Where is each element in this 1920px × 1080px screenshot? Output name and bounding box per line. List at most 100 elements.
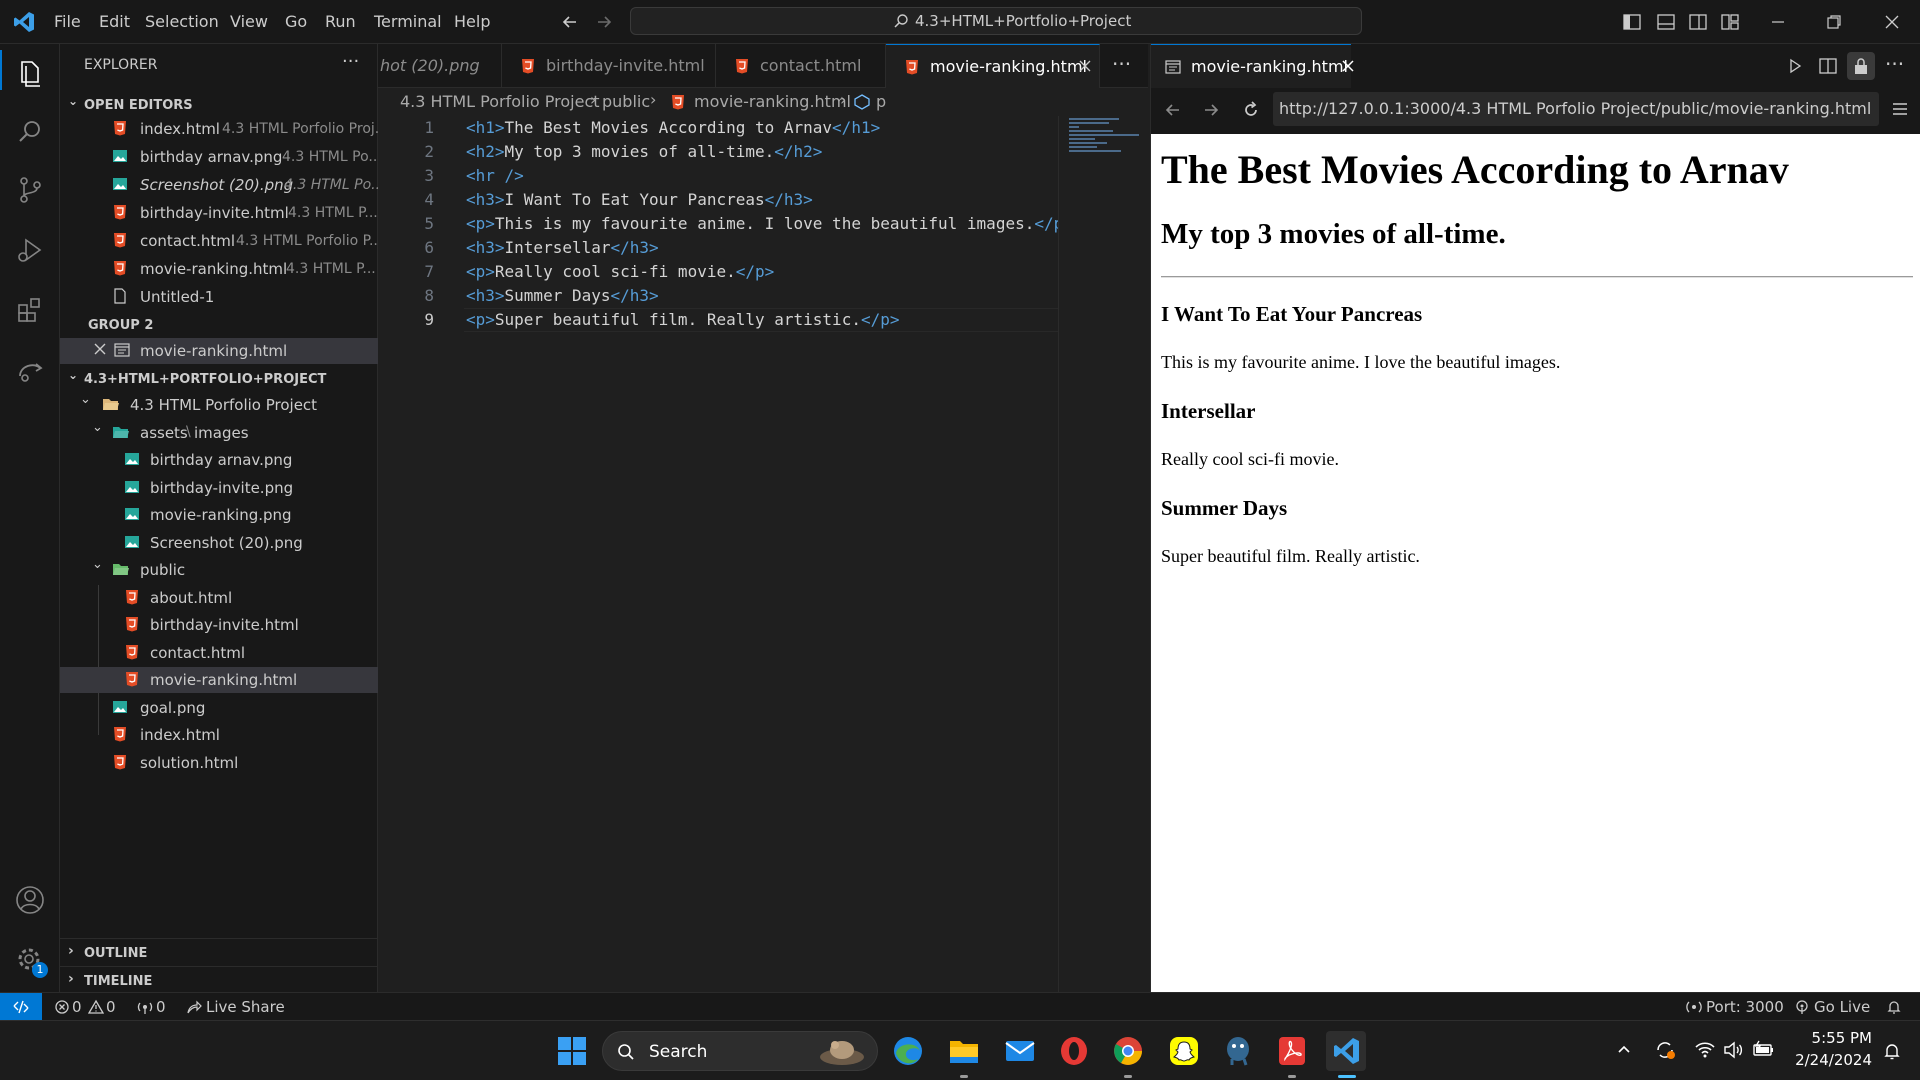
tab-contact[interactable]: contact.html — [716, 44, 886, 88]
live-share-button[interactable]: Live Share — [206, 998, 285, 1016]
browser-url-field[interactable]: http://127.0.0.1:3000/4.3 HTML Porfolio … — [1273, 92, 1879, 126]
open-editor-item[interactable]: Untitled-1 — [60, 284, 378, 310]
menu-go[interactable]: Go — [285, 12, 307, 31]
command-center-search[interactable]: 4.3+HTML+Portfolio+Project — [630, 7, 1362, 35]
explorer-more-actions-icon[interactable]: ··· — [342, 51, 359, 72]
sync-icon[interactable] — [1654, 1039, 1676, 1061]
windows-start-icon[interactable] — [552, 1031, 592, 1071]
menu-selection[interactable]: Selection — [145, 12, 219, 31]
split-editor-icon[interactable] — [1819, 57, 1837, 75]
browser-menu-icon[interactable] — [1891, 100, 1909, 118]
tree-file[interactable]: solution.html — [60, 750, 378, 776]
tree-file[interactable]: Screenshot (20).png — [60, 530, 378, 556]
edge-browser-icon[interactable] — [888, 1031, 928, 1071]
chevron-up-icon[interactable] — [1616, 1041, 1632, 1057]
mail-icon[interactable] — [1000, 1031, 1040, 1071]
outline-section[interactable]: › OUTLINE — [60, 940, 378, 966]
remote-explorer-icon[interactable] — [10, 350, 50, 390]
restore-window-icon[interactable] — [1824, 12, 1844, 32]
search-icon[interactable] — [10, 112, 50, 152]
go-live-button[interactable]: Go Live — [1814, 998, 1870, 1016]
browser-forward-icon[interactable] — [1201, 100, 1221, 120]
tree-file[interactable]: birthday-invite.html — [60, 612, 378, 638]
volume-icon[interactable] — [1722, 1039, 1744, 1061]
remote-indicator[interactable] — [0, 993, 42, 1021]
open-editor-item[interactable]: birthday arnav.png 4.3 HTML Po... — [60, 144, 378, 170]
menu-terminal[interactable]: Terminal — [374, 12, 442, 31]
preview-more-actions-icon[interactable]: ··· — [1885, 52, 1904, 76]
tree-folder-root[interactable]: ⌄ 4.3 HTML Porfolio Project — [60, 392, 378, 418]
close-tab-icon[interactable] — [1341, 59, 1355, 73]
extensions-icon[interactable] — [10, 290, 50, 330]
tree-file[interactable]: goal.png — [60, 695, 378, 721]
breadcrumb-project[interactable]: 4.3 HTML Porfolio Project — [400, 92, 600, 111]
tree-file[interactable]: movie-ranking.png — [60, 502, 378, 528]
error-count[interactable]: 0 — [72, 998, 82, 1016]
project-section[interactable]: ⌄ 4.3+HTML+PORTFOLIO+PROJECT — [60, 366, 378, 392]
tab-birthday-invite[interactable]: birthday-invite.html — [502, 44, 716, 88]
menu-file[interactable]: File — [54, 12, 81, 31]
tree-file[interactable]: birthday arnav.png — [60, 447, 378, 473]
snapchat-icon[interactable] — [1164, 1031, 1204, 1071]
ports-count[interactable]: 0 — [156, 998, 166, 1016]
forward-arrow-icon[interactable] — [594, 12, 614, 32]
port-indicator[interactable]: Port: 3000 — [1706, 998, 1784, 1016]
tree-folder-assets[interactable]: ⌄ assets \ images — [60, 420, 378, 446]
group-2-item[interactable]: movie-ranking.html — [60, 338, 378, 364]
postgresql-icon[interactable] — [1218, 1031, 1258, 1071]
accounts-icon[interactable] — [10, 880, 50, 920]
close-editor-icon[interactable] — [92, 341, 108, 357]
open-editor-item[interactable]: Screenshot (20).png 4.3 HTML Po... — [60, 172, 378, 198]
tab-movie-ranking[interactable]: movie-ranking.html — [886, 44, 1100, 88]
menu-help[interactable]: Help — [454, 12, 490, 31]
tree-folder-public[interactable]: ⌄ public — [60, 557, 378, 583]
source-control-icon[interactable] — [10, 170, 50, 210]
open-editor-item[interactable]: index.html 4.3 HTML Porfolio Proj... — [60, 116, 378, 142]
file-explorer-icon[interactable] — [944, 1031, 984, 1071]
open-editor-item[interactable]: contact.html 4.3 HTML Porfolio P... — [60, 228, 378, 254]
code-editor[interactable]: 1 <h1>The Best Movies According to Arnav… — [378, 116, 1058, 992]
menu-view[interactable]: View — [230, 12, 268, 31]
breadcrumb-folder[interactable]: public — [602, 92, 650, 111]
toggle-secondary-sidebar-icon[interactable] — [1688, 12, 1708, 32]
minimap[interactable] — [1058, 116, 1148, 992]
open-editors-section[interactable]: ⌄ OPEN EDITORS — [60, 92, 378, 118]
taskbar-clock-date[interactable]: 2/24/2024 — [1788, 1051, 1872, 1069]
tree-file[interactable]: contact.html — [60, 640, 378, 666]
tree-file[interactable]: about.html — [60, 585, 378, 611]
menu-edit[interactable]: Edit — [99, 12, 130, 31]
tree-file-selected[interactable]: movie-ranking.html — [60, 667, 378, 693]
tree-file[interactable]: index.html — [60, 722, 378, 748]
battery-charging-icon[interactable] — [1752, 1039, 1776, 1061]
tab-screenshot[interactable]: hot (20).png — [378, 44, 502, 88]
vscode-taskbar-icon[interactable] — [1326, 1031, 1366, 1071]
acrobat-reader-icon[interactable] — [1272, 1031, 1312, 1071]
lock-editor-group-button[interactable] — [1847, 52, 1875, 80]
run-icon[interactable] — [1787, 58, 1803, 74]
explorer-files-icon[interactable] — [10, 54, 50, 94]
opera-browser-icon[interactable] — [1054, 1031, 1094, 1071]
toggle-panel-icon[interactable] — [1656, 12, 1676, 32]
notifications-bell-icon[interactable] — [1882, 1041, 1902, 1061]
menu-run[interactable]: Run — [325, 12, 356, 31]
taskbar-search-box[interactable]: Search — [602, 1031, 878, 1071]
breadcrumb-file[interactable]: movie-ranking.html — [694, 92, 851, 111]
close-window-icon[interactable] — [1882, 12, 1902, 32]
customize-layout-icon[interactable] — [1720, 12, 1740, 32]
run-and-debug-icon[interactable] — [10, 230, 50, 270]
manage-gear-icon[interactable]: 1 — [10, 940, 50, 980]
breadcrumb-symbol[interactable]: p — [876, 92, 886, 111]
browser-back-icon[interactable] — [1163, 100, 1183, 120]
back-arrow-icon[interactable] — [560, 12, 580, 32]
minimize-window-icon[interactable] — [1768, 12, 1788, 32]
browser-reload-icon[interactable] — [1241, 100, 1261, 120]
open-editor-item[interactable]: birthday-invite.html 4.3 HTML P... — [60, 200, 378, 226]
chrome-browser-icon[interactable] — [1108, 1031, 1148, 1071]
warning-count[interactable]: 0 — [106, 998, 116, 1016]
editor-more-actions-icon[interactable]: ··· — [1112, 52, 1131, 76]
toggle-primary-sidebar-icon[interactable] — [1622, 12, 1642, 32]
tab-preview[interactable]: movie-ranking.html — [1151, 44, 1354, 88]
close-tab-icon[interactable] — [1078, 59, 1092, 73]
tree-file[interactable]: birthday-invite.png — [60, 475, 378, 501]
taskbar-clock-time[interactable]: 5:55 PM — [1788, 1029, 1872, 1047]
